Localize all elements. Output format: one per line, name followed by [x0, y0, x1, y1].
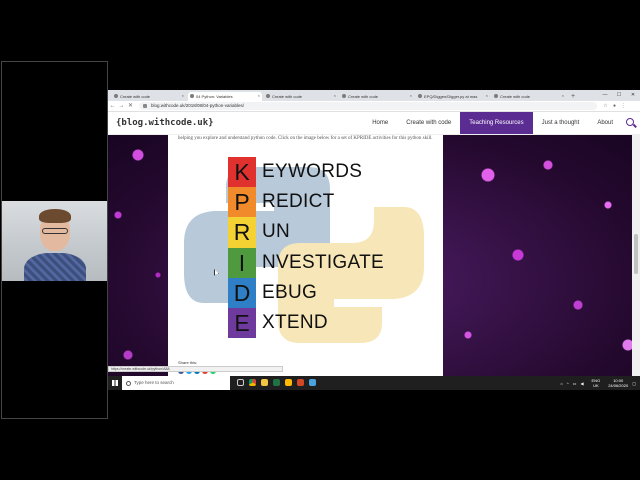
forward-icon[interactable]: → [117, 102, 126, 111]
tab-label: 04 Python: Variables [196, 94, 233, 99]
nav-just-a-thought[interactable]: Just a thought [533, 112, 589, 134]
system-tray: ⌂ ^ ▭ ◀ ENG UK 10:00 24/06/2020 ▢ [556, 376, 636, 390]
kpride-word-investigate: NVESTIGATE [262, 252, 384, 273]
browser-tab[interactable]: Create with code × [264, 92, 338, 101]
tab-label: Create with code [348, 94, 379, 99]
status-url: https://create.withcode.uk/python/A8A [108, 366, 283, 372]
kpride-word-predict: REDICT [262, 191, 335, 212]
region-text: UK [593, 383, 599, 388]
presenter-glasses [42, 228, 68, 234]
star-icon[interactable]: ☆ [601, 102, 610, 111]
site-header: {blog.withcode.uk} Home Create with code… [108, 112, 640, 135]
nav-teaching-resources[interactable]: Teaching Resources [460, 112, 533, 134]
globe-icon [114, 94, 118, 98]
task-view-icon[interactable] [234, 376, 246, 390]
presenter-hair [39, 209, 71, 223]
tab-label: EPQ/Diggen/Digger.py at mas [424, 94, 478, 99]
webcam-panel [1, 61, 108, 419]
maximize-icon[interactable]: ☐ [612, 90, 626, 101]
minimize-icon[interactable]: — [598, 90, 612, 101]
desktop: Create with code × 04 Python: Variables × … [108, 90, 640, 390]
menu-icon[interactable]: ⋮ [619, 102, 628, 111]
people-icon[interactable]: ⌂ [560, 381, 562, 386]
nav-about[interactable]: About [588, 112, 622, 134]
tab-label: Create with code [120, 94, 151, 99]
taskbar-search-input[interactable]: Type here to search [122, 376, 230, 390]
kpride-image-link[interactable]: K P R I D E EYWORDS REDICT UN NVESTIGATE… [178, 155, 438, 355]
kpride-letter-p: P [228, 187, 256, 218]
kpride-word-extend: XTEND [262, 312, 328, 333]
url-field[interactable]: blog.withcode.uk/2018/08/04-python-varia… [139, 102, 597, 110]
intro-text: helping you explore and understand pytho… [178, 136, 433, 141]
url-text: blog.withcode.uk/2018/08/04-python-varia… [151, 103, 245, 108]
kpride-letter-r: R [228, 217, 256, 248]
chevron-up-icon[interactable]: ^ [567, 381, 569, 386]
globe-icon [342, 94, 346, 98]
article-content: helping you explore and understand pytho… [168, 135, 443, 378]
lock-icon [143, 104, 147, 108]
scrollbar-thumb[interactable] [634, 234, 638, 274]
kpride-letter-d: D [228, 277, 256, 308]
kpride-letter-k: K [228, 157, 256, 188]
close-icon[interactable]: × [562, 93, 564, 98]
start-button-icon[interactable] [108, 376, 122, 390]
kpride-letter-e: E [228, 307, 256, 339]
app-icon-blue[interactable] [306, 376, 318, 390]
site-logo[interactable]: {blog.withcode.uk} [116, 118, 214, 128]
browser-tab[interactable]: Create with code × [492, 92, 566, 101]
volume-icon[interactable]: ◀ [580, 381, 583, 386]
screen: Create with code × 04 Python: Variables × … [0, 0, 640, 480]
new-tab-button[interactable]: + [568, 92, 578, 101]
nav-create-with-code[interactable]: Create with code [397, 112, 460, 134]
chrome-icon[interactable] [246, 376, 258, 390]
globe-icon [494, 94, 498, 98]
close-icon[interactable]: × [410, 93, 412, 98]
taskbar-apps [234, 376, 318, 390]
browser-tab[interactable]: Create with code × [112, 92, 186, 101]
browser-tab[interactable]: EPQ/Diggen/Digger.py at mas × [416, 92, 490, 101]
close-icon[interactable]: × [334, 93, 336, 98]
web-page: {blog.withcode.uk} Home Create with code… [108, 112, 640, 378]
notifications-icon[interactable]: ▢ [632, 381, 636, 386]
app-icon[interactable] [282, 376, 294, 390]
excel-icon[interactable] [270, 376, 282, 390]
kpride-word-debug: EBUG [262, 282, 318, 303]
github-icon [418, 94, 422, 98]
network-icon[interactable]: ▭ [573, 381, 577, 386]
clock[interactable]: 10:00 24/06/2020 [604, 378, 628, 388]
page-scrollbar[interactable] [632, 134, 640, 378]
nav-home[interactable]: Home [363, 112, 397, 134]
address-bar: ← → ✕ blog.withcode.uk/2018/08/04-python… [108, 101, 640, 112]
browser-tab-active[interactable]: 04 Python: Variables × [188, 92, 262, 101]
site-nav: Home Create with code Teaching Resources… [363, 112, 640, 134]
kpride-word-keywords: EYWORDS [262, 161, 363, 182]
presenter-shirt [24, 253, 86, 281]
keyboard-language[interactable]: ENG UK [588, 378, 601, 388]
browser-tabbar: Create with code × 04 Python: Variables × … [108, 90, 640, 101]
close-icon[interactable]: × [486, 93, 488, 98]
kpride-word-run: UN [262, 221, 291, 242]
reload-icon[interactable]: ✕ [126, 102, 135, 111]
share-label: Share this: [178, 360, 198, 365]
kpride-letter-i: I [228, 247, 256, 278]
tab-label: Create with code [500, 94, 531, 99]
powerpoint-icon[interactable] [294, 376, 306, 390]
date-text: 24/06/2020 [608, 383, 629, 388]
window-controls: — ☐ ✕ [598, 90, 640, 101]
webcam-video [2, 201, 107, 281]
profile-icon[interactable]: ● [610, 102, 619, 111]
close-window-icon[interactable]: ✕ [626, 90, 640, 101]
site-favicon-icon [190, 94, 194, 98]
close-icon[interactable]: × [258, 93, 260, 98]
browser-tab[interactable]: Create with code × [340, 92, 414, 101]
globe-icon [266, 94, 270, 98]
back-icon[interactable]: ← [108, 102, 117, 111]
windows-taskbar: Type here to search ⌂ ^ ▭ ◀ ENG UK 10:00 2… [108, 376, 640, 390]
file-explorer-icon[interactable] [258, 376, 270, 390]
close-icon[interactable]: × [182, 93, 184, 98]
tab-label: Create with code [272, 94, 303, 99]
kpride-letters: K P R I D E [228, 157, 256, 339]
search-icon[interactable] [622, 112, 640, 134]
